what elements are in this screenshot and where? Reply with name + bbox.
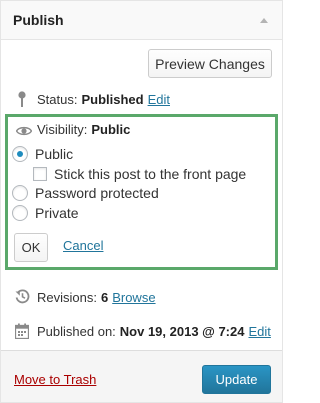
update-button[interactable]: Update <box>202 365 271 394</box>
pin-icon <box>18 91 26 107</box>
publish-footer: Move to Trash Update <box>1 350 282 402</box>
radio-public[interactable] <box>12 146 28 162</box>
edit-status-link[interactable]: Edit <box>148 92 170 107</box>
calendar-icon <box>15 323 29 339</box>
cancel-link[interactable]: Cancel <box>63 238 103 253</box>
visibility-row: Visibility: Public <box>37 122 130 137</box>
revisions-count: 6 <box>100 290 109 305</box>
published-on-label: Published on: <box>37 324 116 339</box>
published-on-row: Published on: Nov 19, 2013 @ 7:24 Edit <box>37 324 271 339</box>
preview-changes-button[interactable]: Preview Changes <box>148 49 272 78</box>
browse-revisions-link[interactable]: Browse <box>112 290 155 305</box>
triangle-up-icon[interactable] <box>260 18 268 23</box>
revisions-row: Revisions: 6 Browse <box>37 290 156 305</box>
status-label: Status: <box>37 92 78 107</box>
status-row: Status: Published Edit <box>37 92 170 107</box>
revisions-icon <box>15 289 30 304</box>
sticky-label: Stick this post to the front page <box>54 166 247 182</box>
publish-box: Publish Preview Changes Status: Publishe… <box>0 0 283 403</box>
option-password-label: Password protected <box>35 185 159 201</box>
edit-date-link[interactable]: Edit <box>248 324 270 339</box>
visibility-panel: Visibility: Public Public Stick this pos… <box>5 114 278 270</box>
radio-password-protected[interactable] <box>12 185 28 201</box>
option-private-label: Private <box>35 205 79 221</box>
radio-private[interactable] <box>12 205 28 221</box>
visibility-value: Public <box>91 122 131 137</box>
sticky-checkbox[interactable] <box>33 167 47 181</box>
move-to-trash-link[interactable]: Move to Trash <box>14 372 96 387</box>
visibility-label: Visibility: <box>37 122 88 137</box>
published-date: Nov 19, 2013 @ 7:24 <box>119 324 245 339</box>
ok-button[interactable]: OK <box>14 233 48 262</box>
option-public-label: Public <box>35 146 74 162</box>
status-value: Published <box>81 92 144 107</box>
revisions-label: Revisions: <box>37 290 97 305</box>
eye-icon <box>16 126 32 136</box>
publish-box-header: Publish <box>1 1 282 40</box>
box-title: Publish <box>13 12 64 28</box>
